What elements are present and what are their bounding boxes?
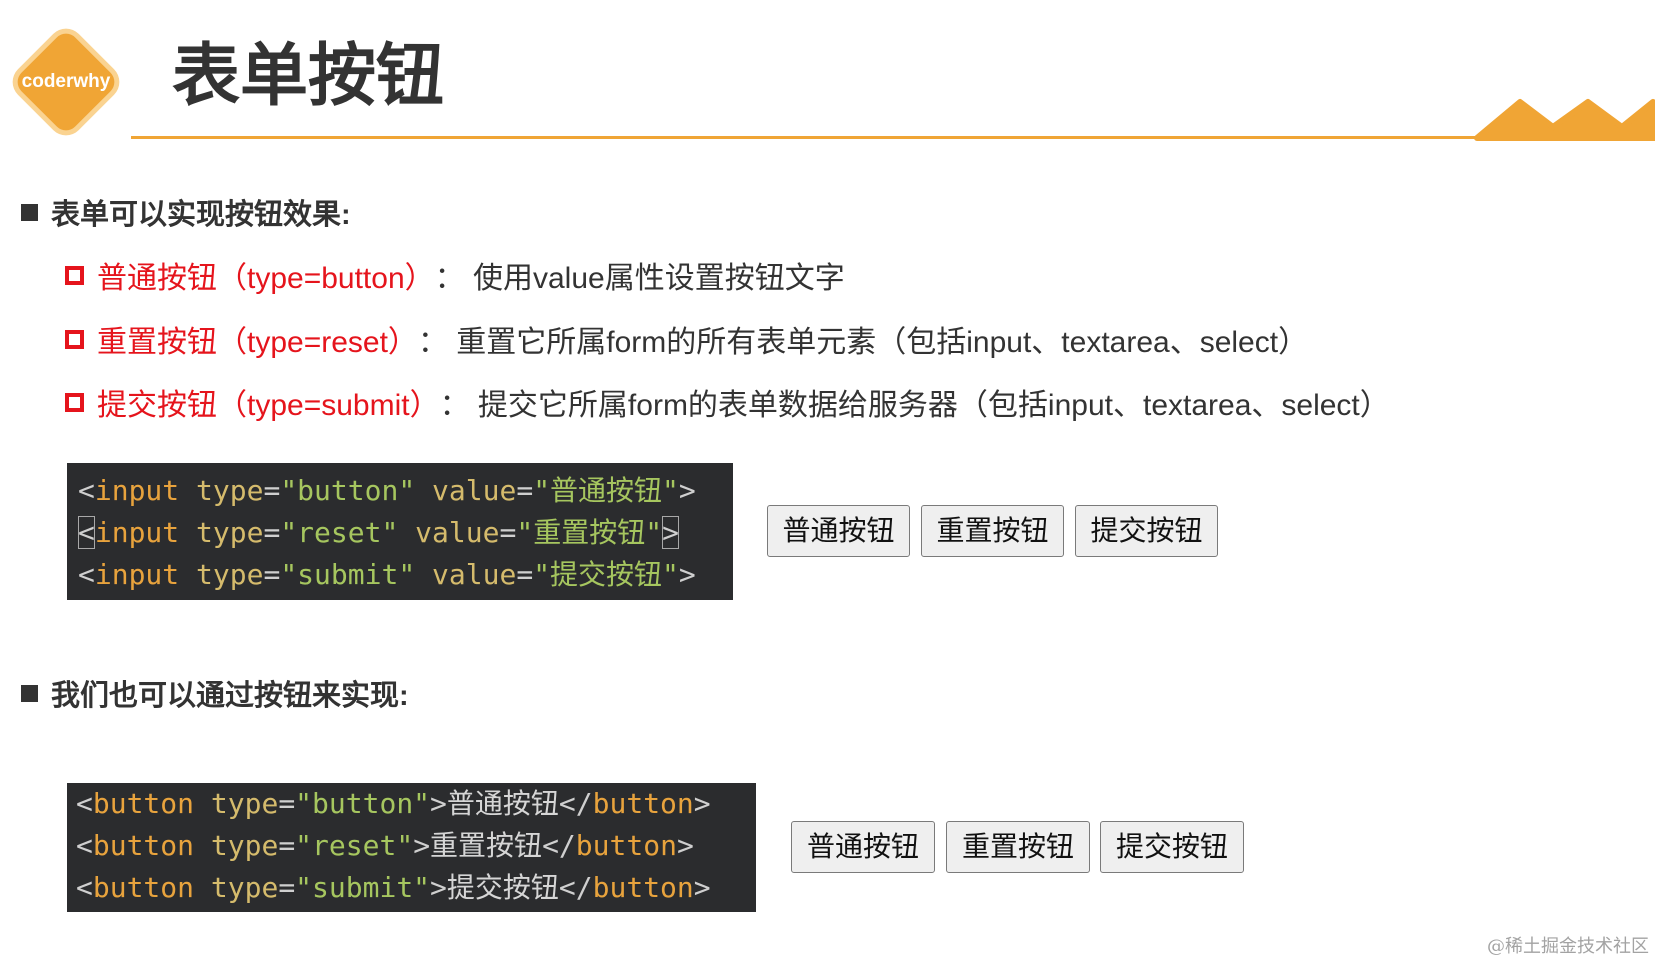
code-token: > — [662, 516, 679, 549]
watermark: @稀土掘金技术社区 — [1487, 936, 1649, 957]
code-block-input: <input type="button" value="普通按钮"> <input… — [67, 463, 733, 600]
code-token: value — [398, 516, 500, 549]
code-token: > — [430, 787, 447, 820]
code-token: > — [430, 871, 447, 904]
code-token: type — [179, 474, 264, 507]
code-token: "reset" — [280, 516, 399, 549]
section-heading: 我们也可以通过按钮来实现: — [21, 673, 409, 713]
code-token: "提交按钮" — [533, 558, 679, 591]
code-token: = — [516, 474, 534, 507]
code-token: "button" — [280, 474, 416, 507]
code-token: "普通按钮" — [533, 474, 679, 507]
item-description: ： 使用value属性设置按钮文字 — [434, 262, 845, 295]
demo-button-submit[interactable]: 提交按钮 — [1100, 821, 1244, 873]
square-bullet-icon — [21, 684, 38, 702]
code-line: <button type="reset">重置按钮</button> — [76, 825, 756, 867]
section-heading: 表单可以实现按钮效果: — [21, 192, 351, 232]
code-token: = — [278, 787, 296, 820]
code-token: = — [263, 516, 281, 549]
demo-button-submit[interactable]: 提交按钮 — [1075, 505, 1218, 557]
code-token: "reset" — [295, 829, 414, 862]
code-token: type — [179, 558, 264, 591]
square-bullet-icon — [21, 203, 38, 221]
code-token: > — [413, 829, 431, 862]
code-token: </ — [558, 871, 593, 904]
code-token: button — [575, 829, 677, 862]
demo-button-reset[interactable]: 重置按钮 — [921, 505, 1064, 557]
code-token: input — [94, 558, 180, 591]
code-token: > — [678, 474, 696, 507]
code-token: = — [516, 558, 534, 591]
code-token: input — [94, 516, 180, 549]
header-decoration — [1474, 99, 1655, 141]
code-token: button — [92, 787, 195, 820]
page-title: 表单按钮 — [172, 38, 445, 114]
code-line: <input type="button" value="普通按钮"> — [78, 470, 733, 512]
code-token: "button" — [295, 787, 431, 820]
code-token: "submit" — [295, 871, 431, 904]
code-token: value — [415, 474, 517, 507]
code-token: < — [78, 516, 95, 549]
demo-button-normal[interactable]: 普通按钮 — [791, 821, 935, 873]
slide: coderwhy 表单按钮 表单可以实现按钮效果: 普通按钮（type=butt… — [0, 0, 1655, 965]
hollow-square-bullet-icon — [65, 392, 84, 412]
code-token: </ — [542, 829, 576, 862]
code-token: type — [194, 871, 279, 904]
code-token: "重置按钮" — [516, 516, 663, 549]
code-line: <button type="submit">提交按钮</button> — [76, 867, 756, 909]
item-label: 提交按钮（type=submit） — [97, 389, 440, 422]
hollow-square-bullet-icon — [65, 265, 84, 285]
code-token: type — [194, 829, 279, 862]
code-token: = — [263, 558, 281, 591]
code-token: = — [263, 474, 281, 507]
code-token: < — [76, 787, 93, 820]
code-token: button — [92, 829, 195, 862]
item-description: ： 提交它所属form的表单数据给服务器（包括input、textarea、se… — [439, 389, 1390, 422]
code-token: > — [676, 829, 694, 862]
code-block-button: <button type="button">普通按钮</button> <butt… — [67, 783, 756, 912]
code-token: < — [76, 871, 93, 904]
list-item: 提交按钮（type=submit） ： 提交它所属form的表单数据给服务器（包… — [65, 382, 1390, 422]
code-token: "submit" — [280, 558, 416, 591]
code-token: 普通按钮 — [446, 787, 559, 820]
code-token: = — [499, 516, 517, 549]
code-token: button — [592, 787, 694, 820]
item-label: 重置按钮（type=reset） — [97, 326, 418, 359]
code-token: < — [78, 558, 95, 591]
code-token: > — [693, 871, 711, 904]
code-token: 重置按钮 — [430, 829, 543, 862]
list-item: 普通按钮（type=button） ： 使用value属性设置按钮文字 — [65, 255, 845, 295]
logo-text: coderwhy — [21, 71, 111, 92]
demo-button-normal[interactable]: 普通按钮 — [767, 505, 910, 557]
code-token: </ — [558, 787, 593, 820]
list-item: 重置按钮（type=reset） ： 重置它所属form的所有表单元素（包括in… — [65, 319, 1308, 359]
code-token: input — [94, 474, 180, 507]
hollow-square-bullet-icon — [65, 329, 84, 349]
code-token: = — [278, 829, 296, 862]
code-token: < — [76, 829, 93, 862]
coderwhy-logo: coderwhy — [6, 22, 126, 142]
code-line: <input type="reset" value="重置按钮"> — [78, 512, 733, 554]
code-token: type — [194, 787, 279, 820]
code-token: 提交按钮 — [446, 871, 559, 904]
code-token: > — [678, 558, 696, 591]
code-token: button — [92, 871, 195, 904]
mountain-shape — [1474, 99, 1655, 141]
item-description: ： 重置它所属form的所有表单元素（包括input、textarea、sele… — [417, 326, 1309, 359]
code-token: = — [278, 871, 296, 904]
code-token: value — [415, 558, 517, 591]
section-heading-text: 表单可以实现按钮效果: — [51, 199, 351, 231]
demo-button-reset[interactable]: 重置按钮 — [946, 821, 1090, 873]
code-token: button — [592, 871, 694, 904]
code-line: <button type="button">普通按钮</button> — [76, 783, 756, 825]
title-underline — [131, 136, 1655, 139]
section-heading-text: 我们也可以通过按钮来实现: — [51, 680, 409, 712]
item-label: 普通按钮（type=button） — [97, 262, 435, 295]
code-token: type — [179, 516, 264, 549]
code-token: < — [78, 474, 95, 507]
code-token: > — [693, 787, 711, 820]
code-line: <input type="submit" value="提交按钮"> — [78, 554, 733, 596]
